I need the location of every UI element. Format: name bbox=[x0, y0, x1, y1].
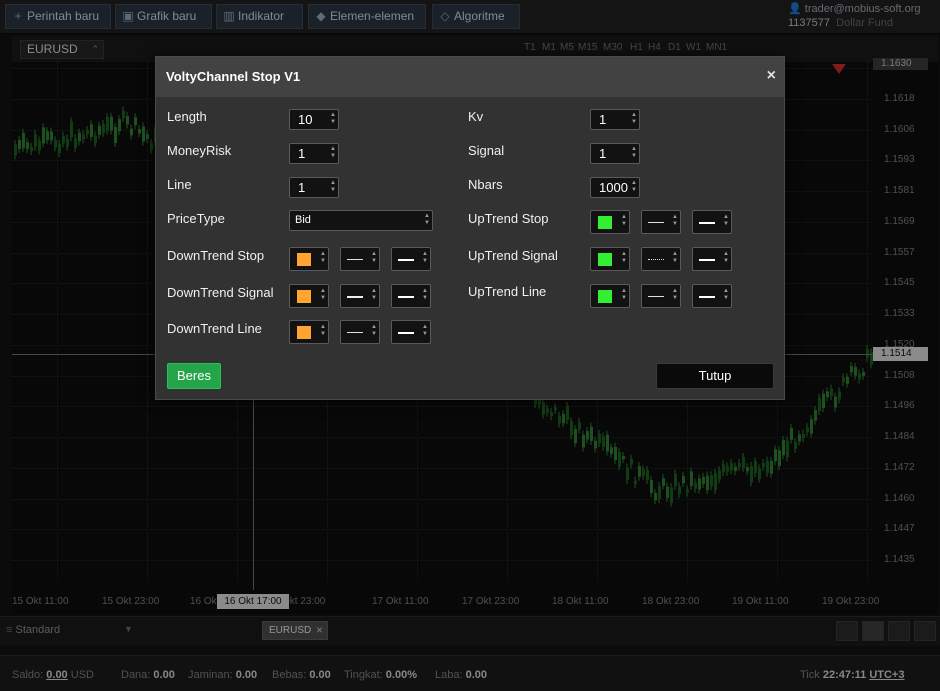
uptrend-line-width-select[interactable]: ▲ ▼ bbox=[692, 284, 732, 308]
pricetype-label: PriceType bbox=[167, 211, 225, 226]
downtrend-line-label: DownTrend Line bbox=[167, 321, 262, 336]
downtrend-signal-color-picker[interactable]: ▲ ▼ bbox=[289, 284, 329, 308]
kv-input[interactable]: 1 ▲ ▼ bbox=[590, 109, 640, 130]
thick-line-icon bbox=[699, 222, 715, 224]
select-arrows-icon: ▲ ▼ bbox=[672, 251, 678, 264]
thick-line-icon bbox=[398, 332, 414, 334]
uptrend-signal-label: UpTrend Signal bbox=[468, 248, 558, 263]
color-swatch bbox=[598, 253, 612, 266]
select-arrows-icon: ▲ ▼ bbox=[422, 288, 428, 301]
spin-arrows-icon[interactable]: ▲ ▼ bbox=[631, 112, 637, 126]
kv-label: Kv bbox=[468, 109, 484, 124]
uptrend-stop-width-select[interactable]: ▲ ▼ bbox=[692, 210, 732, 234]
downtrend-stop-label: DownTrend Stop bbox=[167, 248, 265, 263]
select-arrows-icon: ▲ ▼ bbox=[320, 324, 326, 337]
select-arrows-icon: ▲ ▼ bbox=[371, 251, 377, 264]
spin-arrows-icon[interactable]: ▲ ▼ bbox=[631, 180, 637, 194]
thin-line-icon bbox=[347, 259, 363, 260]
thick-line-icon bbox=[398, 296, 414, 298]
select-arrows-icon: ▲ ▼ bbox=[621, 251, 627, 264]
color-swatch bbox=[297, 290, 311, 303]
select-arrows-icon: ▲ ▼ bbox=[371, 288, 377, 301]
thick-line-icon bbox=[699, 259, 715, 261]
line-label: Line bbox=[167, 177, 192, 192]
select-arrows-icon: ▲ ▼ bbox=[621, 288, 627, 301]
color-swatch bbox=[297, 326, 311, 339]
uptrend-signal-color-picker[interactable]: ▲ ▼ bbox=[590, 247, 630, 271]
spin-arrows-icon[interactable]: ▲ ▼ bbox=[330, 146, 336, 160]
select-arrows-icon: ▲ ▼ bbox=[723, 251, 729, 264]
length-label: Length bbox=[167, 109, 207, 124]
nbars-label: Nbars bbox=[468, 177, 503, 192]
select-arrows-icon: ▲ ▼ bbox=[422, 324, 428, 337]
thin-line-icon bbox=[347, 332, 363, 333]
select-arrows-icon: ▲ ▼ bbox=[723, 214, 729, 227]
spin-arrows-icon[interactable]: ▲ ▼ bbox=[330, 112, 336, 126]
downtrend-line-style-select[interactable]: ▲ ▼ bbox=[340, 320, 380, 344]
select-arrows-icon: ▲ ▼ bbox=[320, 288, 326, 301]
downtrend-stop-color-picker[interactable]: ▲ ▼ bbox=[289, 247, 329, 271]
line-input[interactable]: 1 ▲ ▼ bbox=[289, 177, 339, 198]
downtrend-line-width-select[interactable]: ▲ ▼ bbox=[391, 320, 431, 344]
downtrend-stop-width-select[interactable]: ▲ ▼ bbox=[391, 247, 431, 271]
length-input[interactable]: 10 ▲ ▼ bbox=[289, 109, 339, 130]
select-arrows-icon: ▲ ▼ bbox=[672, 214, 678, 227]
color-swatch bbox=[297, 253, 311, 266]
uptrend-signal-style-select[interactable]: ▲ ▼ bbox=[641, 247, 681, 271]
pricetype-select[interactable]: Bid ▲ ▼ bbox=[289, 210, 433, 231]
ok-button[interactable]: Beres bbox=[167, 363, 221, 389]
thick-line-icon bbox=[699, 296, 715, 298]
downtrend-stop-style-select[interactable]: ▲ ▼ bbox=[340, 247, 380, 271]
dotted-line-icon bbox=[648, 259, 664, 260]
uptrend-line-label: UpTrend Line bbox=[468, 284, 547, 299]
color-swatch bbox=[598, 290, 612, 303]
select-arrows-icon: ▲ ▼ bbox=[672, 288, 678, 301]
dialog-header: VoltyChannel Stop V1 × bbox=[156, 57, 784, 97]
signal-input[interactable]: 1 ▲ ▼ bbox=[590, 143, 640, 164]
select-arrows-icon: ▲ ▼ bbox=[621, 214, 627, 227]
uptrend-signal-width-select[interactable]: ▲ ▼ bbox=[692, 247, 732, 271]
uptrend-stop-style-select[interactable]: ▲ ▼ bbox=[641, 210, 681, 234]
color-swatch bbox=[598, 216, 612, 229]
moneyrisk-input[interactable]: 1 ▲ ▼ bbox=[289, 143, 339, 164]
nbars-input[interactable]: 1000 ▲ ▼ bbox=[590, 177, 640, 198]
thin-line-icon bbox=[648, 222, 664, 223]
uptrend-stop-label: UpTrend Stop bbox=[468, 211, 549, 226]
select-arrows-icon: ▲ ▼ bbox=[422, 251, 428, 264]
downtrend-signal-width-select[interactable]: ▲ ▼ bbox=[391, 284, 431, 308]
uptrend-line-color-picker[interactable]: ▲ ▼ bbox=[590, 284, 630, 308]
downtrend-line-color-picker[interactable]: ▲ ▼ bbox=[289, 320, 329, 344]
uptrend-stop-color-picker[interactable]: ▲ ▼ bbox=[590, 210, 630, 234]
uptrend-line-style-select[interactable]: ▲ ▼ bbox=[641, 284, 681, 308]
thick-line-icon bbox=[398, 259, 414, 261]
spin-arrows-icon[interactable]: ▲ ▼ bbox=[330, 180, 336, 194]
line-style-icon bbox=[347, 296, 363, 298]
spin-arrows-icon[interactable]: ▲ ▼ bbox=[631, 146, 637, 160]
select-arrows-icon: ▲ ▼ bbox=[424, 213, 430, 226]
signal-label: Signal bbox=[468, 143, 505, 158]
indicator-settings-dialog: VoltyChannel Stop V1 × Length 10 ▲ ▼ Money… bbox=[155, 56, 785, 400]
thin-line-icon bbox=[648, 296, 664, 297]
select-arrows-icon: ▲ ▼ bbox=[320, 251, 326, 264]
moneyrisk-label: MoneyRisk bbox=[167, 143, 232, 158]
dialog-title: VoltyChannel Stop V1 bbox=[166, 69, 301, 84]
select-arrows-icon: ▲ ▼ bbox=[723, 288, 729, 301]
close-button[interactable]: Tutup bbox=[656, 363, 774, 389]
select-arrows-icon: ▲ ▼ bbox=[371, 324, 377, 337]
close-icon[interactable]: × bbox=[767, 67, 776, 85]
downtrend-signal-style-select[interactable]: ▲ ▼ bbox=[340, 284, 380, 308]
downtrend-signal-label: DownTrend Signal bbox=[167, 285, 274, 300]
